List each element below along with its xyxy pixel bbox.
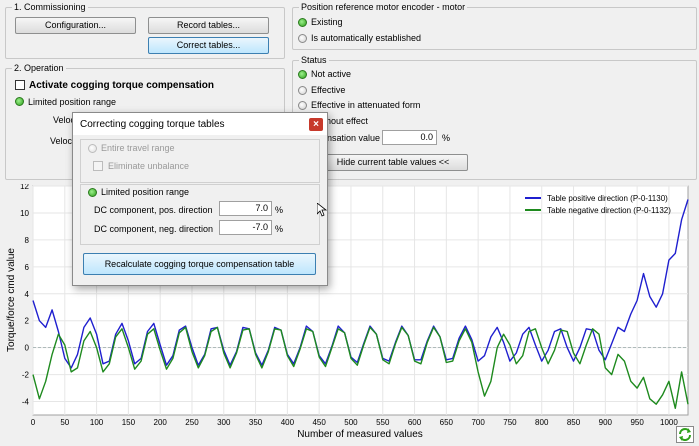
x-tick-label: 650 xyxy=(440,418,454,427)
velocity-label-2: Veloc xyxy=(50,136,73,146)
status-title: Status xyxy=(299,55,329,65)
y-tick-label: 6 xyxy=(25,263,30,272)
position-reference-group: Position reference motor encoder - motor xyxy=(292,2,697,50)
y-tick-label: 8 xyxy=(25,236,30,245)
x-tick-label: 600 xyxy=(408,418,422,427)
legend-positive-label: Table positive direction (P-0-1130) xyxy=(547,194,668,203)
status-effective-label: Effective xyxy=(311,85,346,95)
dialog-title: Correcting cogging torque tables xyxy=(80,119,225,130)
x-tick-label: 450 xyxy=(312,418,326,427)
existing-label: Existing xyxy=(311,17,343,27)
x-tick-label: 200 xyxy=(154,418,168,427)
compensation-unit: % xyxy=(442,133,451,143)
y-tick-label: 2 xyxy=(25,317,30,326)
dc-pos-label: DC component, pos. direction xyxy=(94,205,213,215)
operation-limited-range-radio[interactable] xyxy=(15,97,24,106)
operation-limited-range-label: Limited position range xyxy=(28,97,117,107)
record-tables-button[interactable]: Record tables... xyxy=(148,17,269,34)
x-tick-label: 750 xyxy=(503,418,517,427)
y-tick-label: 4 xyxy=(25,290,30,299)
status-attenuated-label: Effective in attenuated form xyxy=(311,100,421,110)
eliminate-unbalance-checkbox[interactable] xyxy=(93,161,103,171)
x-tick-label: 400 xyxy=(281,418,295,427)
existing-radio[interactable] xyxy=(298,18,307,27)
operation-title: 2. Operation xyxy=(12,63,66,73)
y-tick-label: -2 xyxy=(22,371,30,380)
x-axis-label: Number of measured values xyxy=(297,429,423,440)
y-tick-label: 0 xyxy=(25,344,30,353)
entire-travel-label: Entire travel range xyxy=(101,143,175,153)
dialog-limited-range-radio[interactable] xyxy=(88,188,97,197)
mouse-cursor-icon xyxy=(316,202,328,219)
x-tick-label: 350 xyxy=(249,418,263,427)
dc-neg-input[interactable]: -7.0 xyxy=(219,220,272,235)
status-attenuated-indicator xyxy=(298,101,307,110)
refresh-icon[interactable] xyxy=(676,426,694,443)
correcting-tables-dialog: Correcting cogging torque tables × Entir… xyxy=(72,112,328,286)
x-tick-label: 500 xyxy=(344,418,358,427)
status-effective-indicator xyxy=(298,86,307,95)
position-reference-title: Position reference motor encoder - motor xyxy=(299,2,468,12)
dc-neg-unit: % xyxy=(275,224,284,234)
x-tick-label: 700 xyxy=(471,418,485,427)
legend-negative-label: Table negative direction (P-0-1132) xyxy=(547,206,671,215)
auto-established-label: Is automatically established xyxy=(311,33,422,43)
dialog-close-icon[interactable]: × xyxy=(309,118,323,131)
compensation-value-label: nsation value xyxy=(327,133,381,143)
status-not-active-label: Not active xyxy=(311,69,352,79)
x-tick-label: 50 xyxy=(60,418,69,427)
entire-travel-radio[interactable] xyxy=(88,144,97,153)
x-tick-label: 150 xyxy=(122,418,136,427)
status-not-active-indicator xyxy=(298,70,307,79)
configuration-button[interactable]: Configuration... xyxy=(15,17,136,34)
eliminate-unbalance-label: Eliminate unbalance xyxy=(108,161,190,171)
compensation-value-field: 0.0 xyxy=(382,130,437,145)
dc-neg-label: DC component, neg. direction xyxy=(94,224,214,234)
commissioning-title: 1. Commissioning xyxy=(12,2,88,12)
x-tick-label: 950 xyxy=(630,418,644,427)
hide-table-values-button[interactable]: Hide current table values << xyxy=(318,154,468,171)
x-tick-label: 550 xyxy=(376,418,390,427)
y-tick-label: 10 xyxy=(20,209,29,218)
x-tick-label: 250 xyxy=(185,418,199,427)
recalculate-button[interactable]: Recalculate cogging torque compensation … xyxy=(83,253,316,275)
dialog-limited-range-label: Limited position range xyxy=(101,187,190,197)
activate-compensation-label: Activate cogging torque compensation xyxy=(29,80,215,91)
dc-pos-input[interactable]: 7.0 xyxy=(219,201,272,216)
status-without-effect-label: hout effect xyxy=(326,116,368,126)
auto-established-radio[interactable] xyxy=(298,34,307,43)
y-axis-label: Torque/force cmd value xyxy=(6,248,17,352)
x-tick-label: 900 xyxy=(599,418,613,427)
dc-pos-unit: % xyxy=(275,205,284,215)
y-tick-label: 12 xyxy=(20,184,29,191)
x-tick-label: 100 xyxy=(90,418,104,427)
x-tick-label: 800 xyxy=(535,418,549,427)
x-tick-label: 0 xyxy=(31,418,36,427)
activate-compensation-checkbox[interactable] xyxy=(15,80,25,90)
x-tick-label: 850 xyxy=(567,418,581,427)
dialog-title-bar[interactable]: Correcting cogging torque tables × xyxy=(73,113,327,135)
correct-tables-button[interactable]: Correct tables... xyxy=(148,37,269,54)
y-tick-label: -4 xyxy=(22,398,30,407)
x-tick-label: 300 xyxy=(217,418,231,427)
